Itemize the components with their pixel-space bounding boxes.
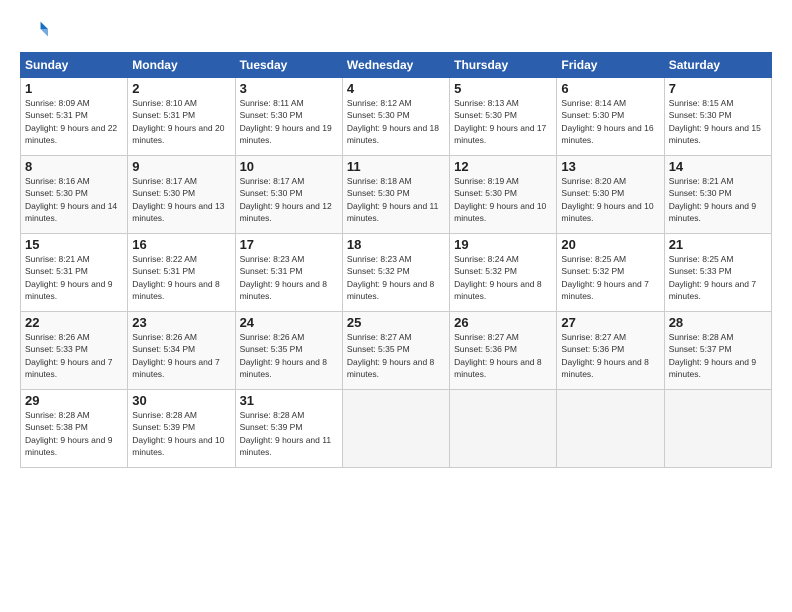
- calendar-row: 1 Sunrise: 8:09 AMSunset: 5:31 PMDayligh…: [21, 78, 772, 156]
- table-row: 26 Sunrise: 8:27 AMSunset: 5:36 PMDaylig…: [450, 312, 557, 390]
- table-row: 6 Sunrise: 8:14 AMSunset: 5:30 PMDayligh…: [557, 78, 664, 156]
- table-row: 1 Sunrise: 8:09 AMSunset: 5:31 PMDayligh…: [21, 78, 128, 156]
- table-row: [664, 390, 771, 468]
- calendar-row: 29 Sunrise: 8:28 AMSunset: 5:38 PMDaylig…: [21, 390, 772, 468]
- calendar-row: 8 Sunrise: 8:16 AMSunset: 5:30 PMDayligh…: [21, 156, 772, 234]
- table-row: [342, 390, 449, 468]
- col-thursday: Thursday: [450, 53, 557, 78]
- table-row: 29 Sunrise: 8:28 AMSunset: 5:38 PMDaylig…: [21, 390, 128, 468]
- logo-icon: [20, 16, 48, 44]
- col-monday: Monday: [128, 53, 235, 78]
- table-row: 21 Sunrise: 8:25 AMSunset: 5:33 PMDaylig…: [664, 234, 771, 312]
- table-row: 5 Sunrise: 8:13 AMSunset: 5:30 PMDayligh…: [450, 78, 557, 156]
- table-row: [557, 390, 664, 468]
- table-row: 25 Sunrise: 8:27 AMSunset: 5:35 PMDaylig…: [342, 312, 449, 390]
- col-tuesday: Tuesday: [235, 53, 342, 78]
- col-wednesday: Wednesday: [342, 53, 449, 78]
- table-row: 24 Sunrise: 8:26 AMSunset: 5:35 PMDaylig…: [235, 312, 342, 390]
- table-row: 28 Sunrise: 8:28 AMSunset: 5:37 PMDaylig…: [664, 312, 771, 390]
- table-row: 17 Sunrise: 8:23 AMSunset: 5:31 PMDaylig…: [235, 234, 342, 312]
- table-row: 9 Sunrise: 8:17 AMSunset: 5:30 PMDayligh…: [128, 156, 235, 234]
- logo: [20, 16, 52, 44]
- table-row: 15 Sunrise: 8:21 AMSunset: 5:31 PMDaylig…: [21, 234, 128, 312]
- col-sunday: Sunday: [21, 53, 128, 78]
- table-row: 11 Sunrise: 8:18 AMSunset: 5:30 PMDaylig…: [342, 156, 449, 234]
- table-row: 10 Sunrise: 8:17 AMSunset: 5:30 PMDaylig…: [235, 156, 342, 234]
- table-row: 23 Sunrise: 8:26 AMSunset: 5:34 PMDaylig…: [128, 312, 235, 390]
- col-friday: Friday: [557, 53, 664, 78]
- table-row: 2 Sunrise: 8:10 AMSunset: 5:31 PMDayligh…: [128, 78, 235, 156]
- table-row: 27 Sunrise: 8:27 AMSunset: 5:36 PMDaylig…: [557, 312, 664, 390]
- table-row: 13 Sunrise: 8:20 AMSunset: 5:30 PMDaylig…: [557, 156, 664, 234]
- header-row: Sunday Monday Tuesday Wednesday Thursday…: [21, 53, 772, 78]
- table-row: [450, 390, 557, 468]
- table-row: 18 Sunrise: 8:23 AMSunset: 5:32 PMDaylig…: [342, 234, 449, 312]
- table-row: 4 Sunrise: 8:12 AMSunset: 5:30 PMDayligh…: [342, 78, 449, 156]
- calendar-table: Sunday Monday Tuesday Wednesday Thursday…: [20, 52, 772, 468]
- col-saturday: Saturday: [664, 53, 771, 78]
- table-row: 16 Sunrise: 8:22 AMSunset: 5:31 PMDaylig…: [128, 234, 235, 312]
- table-row: 14 Sunrise: 8:21 AMSunset: 5:30 PMDaylig…: [664, 156, 771, 234]
- table-row: 8 Sunrise: 8:16 AMSunset: 5:30 PMDayligh…: [21, 156, 128, 234]
- table-row: 12 Sunrise: 8:19 AMSunset: 5:30 PMDaylig…: [450, 156, 557, 234]
- table-row: 22 Sunrise: 8:26 AMSunset: 5:33 PMDaylig…: [21, 312, 128, 390]
- table-row: 20 Sunrise: 8:25 AMSunset: 5:32 PMDaylig…: [557, 234, 664, 312]
- table-row: 31 Sunrise: 8:28 AMSunset: 5:39 PMDaylig…: [235, 390, 342, 468]
- table-row: 19 Sunrise: 8:24 AMSunset: 5:32 PMDaylig…: [450, 234, 557, 312]
- page-container: Sunday Monday Tuesday Wednesday Thursday…: [0, 0, 792, 478]
- header: [20, 16, 772, 44]
- table-row: 7 Sunrise: 8:15 AMSunset: 5:30 PMDayligh…: [664, 78, 771, 156]
- table-row: 30 Sunrise: 8:28 AMSunset: 5:39 PMDaylig…: [128, 390, 235, 468]
- calendar-row: 22 Sunrise: 8:26 AMSunset: 5:33 PMDaylig…: [21, 312, 772, 390]
- table-row: 3 Sunrise: 8:11 AMSunset: 5:30 PMDayligh…: [235, 78, 342, 156]
- calendar-row: 15 Sunrise: 8:21 AMSunset: 5:31 PMDaylig…: [21, 234, 772, 312]
